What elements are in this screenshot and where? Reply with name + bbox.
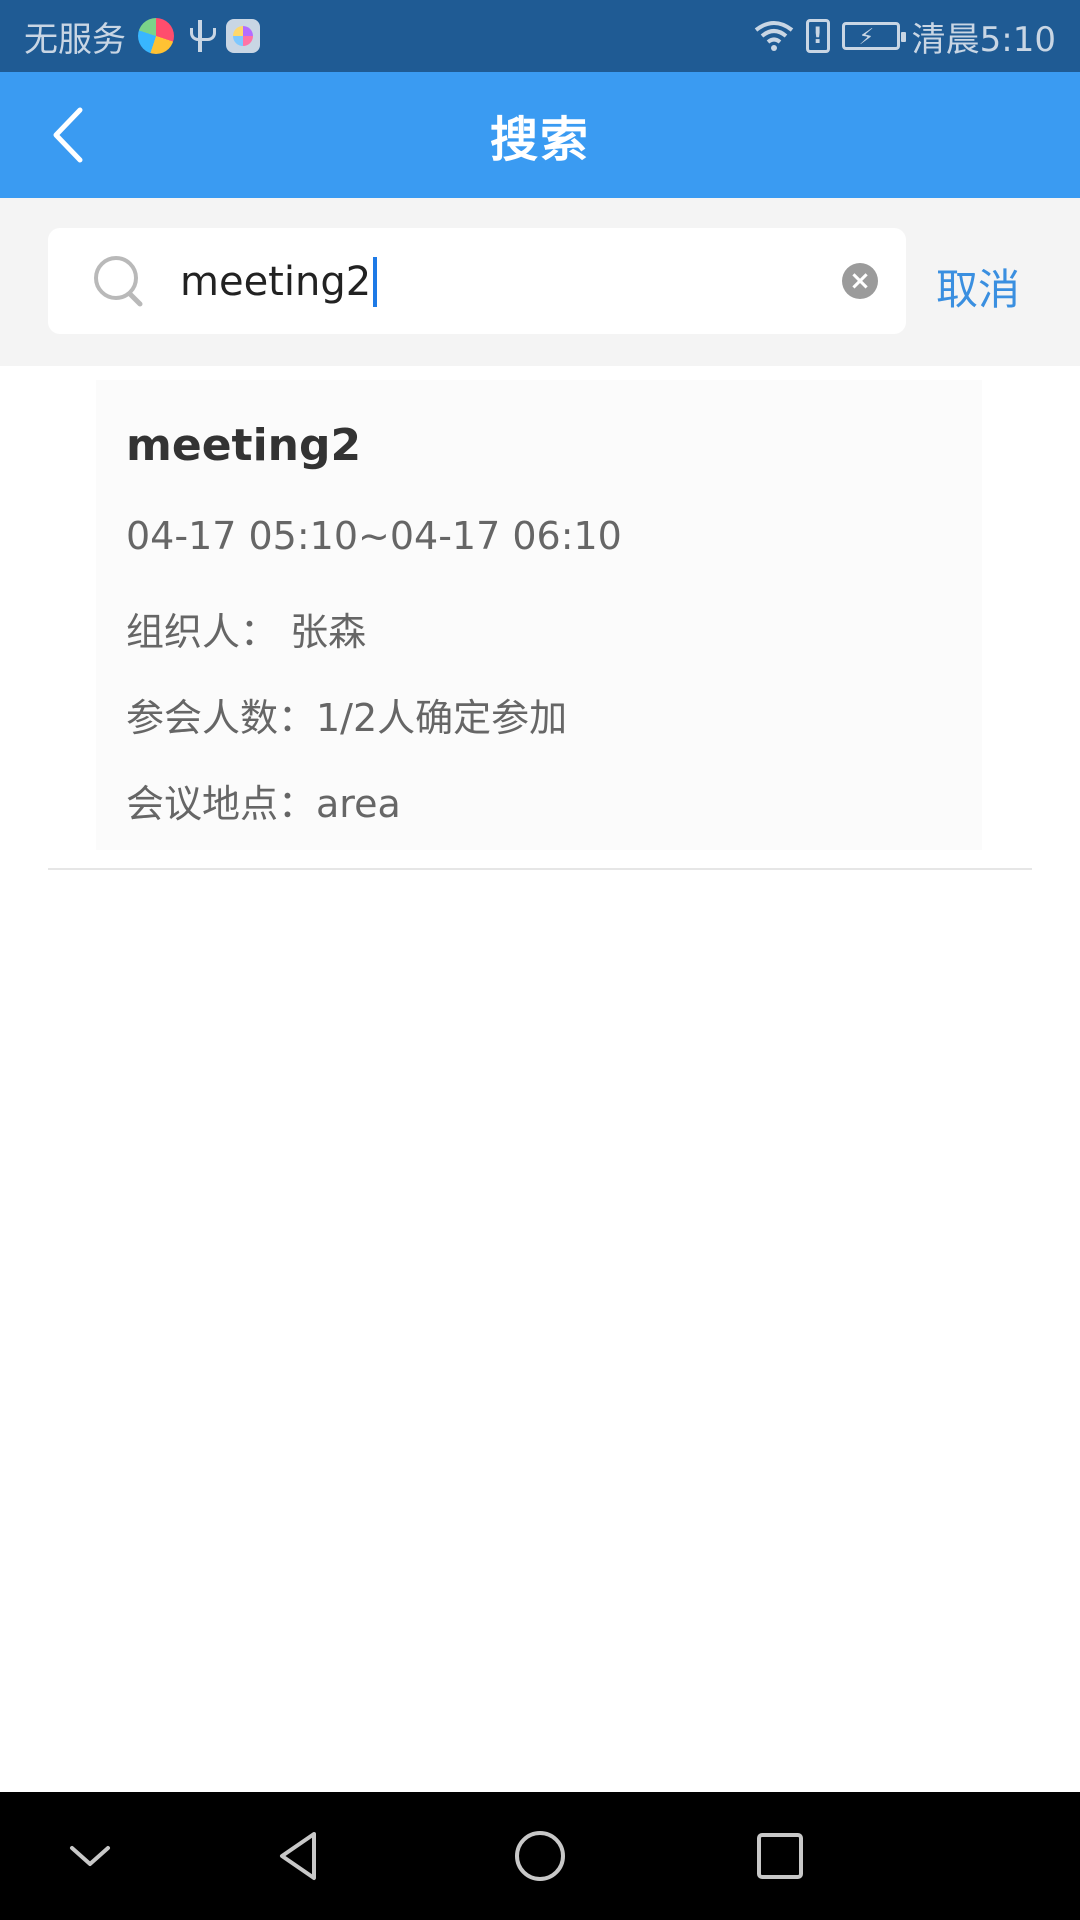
search-result-item[interactable]: meeting2 04-17 05:10~04-17 06:10 组织人： 张森… bbox=[96, 380, 982, 850]
chevron-down-icon[interactable] bbox=[60, 1828, 120, 1884]
search-icon bbox=[94, 256, 143, 307]
search-input[interactable]: meeting2 bbox=[180, 254, 378, 310]
status-time: 清晨5:10 bbox=[911, 19, 1056, 60]
page-title: 搜索 bbox=[489, 112, 590, 168]
back-button[interactable] bbox=[44, 102, 104, 168]
recent-square-icon[interactable] bbox=[750, 1828, 810, 1884]
app-square-icon bbox=[226, 19, 260, 53]
carrier-text: 无服务 bbox=[24, 19, 126, 60]
search-box[interactable]: meeting2 × bbox=[48, 228, 906, 334]
back-triangle-icon[interactable] bbox=[270, 1828, 330, 1884]
divider bbox=[48, 868, 1032, 870]
app-header: 搜索 bbox=[0, 72, 1080, 198]
meeting-title: meeting2 bbox=[126, 420, 362, 471]
meeting-organizer: 组织人： 张森 bbox=[126, 610, 367, 654]
colorful-app-icon bbox=[138, 18, 174, 54]
meeting-location: 会议地点：area bbox=[126, 782, 401, 826]
search-input-value: meeting2 bbox=[180, 259, 372, 305]
search-region: meeting2 × 取消 bbox=[0, 198, 1080, 366]
status-bar: 无服务 ! ⚡ 清晨5:10 bbox=[0, 0, 1080, 72]
text-cursor bbox=[373, 257, 378, 307]
alert-icon: ! bbox=[805, 19, 830, 53]
chevron-left-icon bbox=[53, 107, 83, 163]
battery-charging-icon: ⚡ bbox=[841, 22, 906, 50]
usb-icon bbox=[186, 18, 216, 54]
clear-icon[interactable]: × bbox=[842, 263, 878, 299]
cancel-button[interactable]: 取消 bbox=[936, 256, 1020, 317]
wifi-icon bbox=[754, 21, 793, 51]
meeting-time: 04-17 05:10~04-17 06:10 bbox=[126, 514, 622, 558]
nav-bar bbox=[0, 1792, 1080, 1920]
status-right: ! ⚡ 清晨5:10 bbox=[754, 12, 1056, 61]
home-circle-icon[interactable] bbox=[510, 1828, 570, 1884]
status-left: 无服务 bbox=[24, 12, 260, 61]
meeting-participants: 参会人数：1/2人确定参加 bbox=[126, 696, 568, 740]
